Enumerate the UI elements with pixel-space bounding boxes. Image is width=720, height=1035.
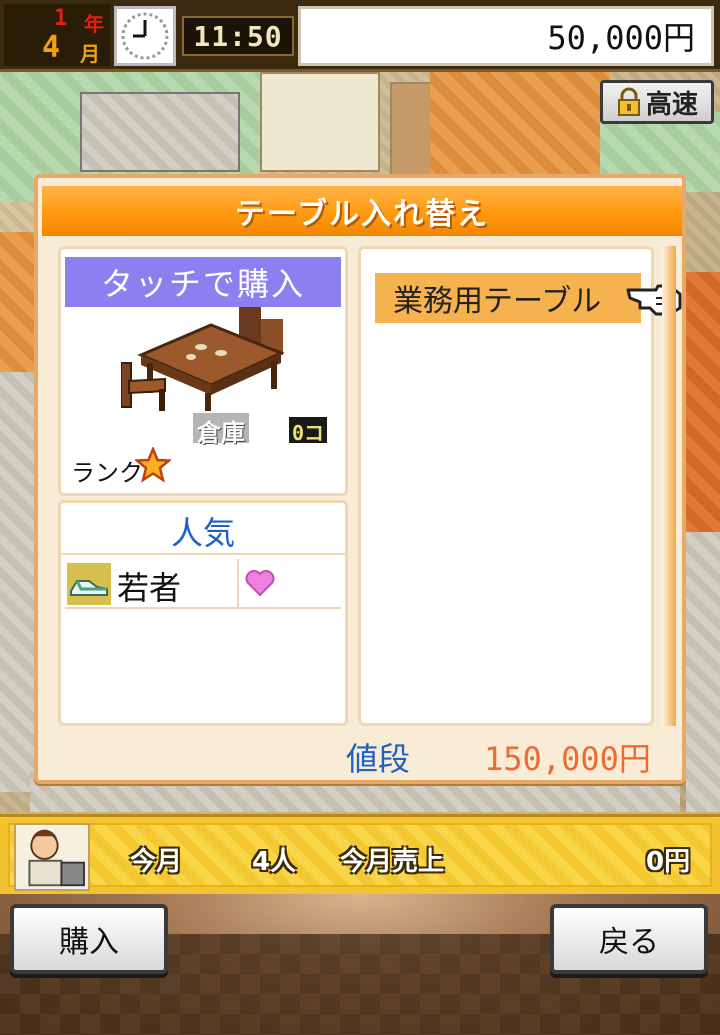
customer-count: 4人 [252, 847, 297, 877]
popularity-row-label: 若者 [117, 569, 182, 607]
price-label: 値段 [346, 740, 411, 778]
storage-count: 0コ [289, 417, 328, 445]
money-display: 50,000円 [298, 6, 714, 66]
popularity-row: 若者 [65, 559, 341, 609]
buy-button[interactable]: 購入 [10, 904, 168, 974]
storage-label: 倉庫 [193, 413, 249, 447]
rank-label: ランク [71, 459, 143, 487]
popularity-divider [237, 559, 239, 609]
item-preview-panel[interactable]: タッチで購入 倉庫 0コ ランク [58, 246, 348, 496]
list-item-commercial-table[interactable]: 業務用テーブル [375, 273, 641, 323]
status-bar: 1 年 4 月 11:50 50,000円 [0, 0, 720, 72]
item-list-panel: 業務用テーブル [358, 246, 654, 726]
sneaker-icon [67, 563, 111, 605]
date-display: 1 年 4 月 [4, 4, 110, 66]
monthly-sales-label: 今月売上 [340, 847, 445, 877]
heart-icon [245, 570, 275, 597]
replace-table-dialog: テーブル入れ替え タッチで購入 倉庫 0コ ランク 人気 若者 業務用テーブル … [34, 174, 686, 784]
dialog-title: テーブル入れ替え [42, 186, 682, 236]
clock-icon [114, 6, 176, 66]
price-value: 150,000円 [484, 740, 651, 778]
year-unit: 年 [84, 12, 104, 36]
month-unit: 月 [80, 42, 100, 66]
speed-button[interactable]: 高速 [600, 80, 714, 124]
sales-summary-bar: 今月 4人 今月売上 0円 [0, 814, 720, 894]
table-illustration [121, 307, 285, 411]
this-month-label: 今月 [130, 847, 183, 877]
staff-avatar [14, 823, 90, 891]
month-number: 4 [42, 30, 61, 65]
time-display: 11:50 [182, 16, 294, 56]
list-scroll-thumb[interactable] [662, 246, 676, 726]
monthly-sales-value: 0円 [646, 847, 691, 877]
year-number: 1 [54, 6, 68, 31]
touch-to-buy-label[interactable]: タッチで購入 [65, 257, 341, 307]
popularity-panel: 人気 若者 [58, 500, 348, 726]
back-button[interactable]: 戻る [550, 904, 708, 974]
lock-icon [616, 87, 642, 117]
star-icon [135, 447, 171, 483]
popularity-title: 人気 [61, 509, 345, 555]
speed-button-label: 高速 [645, 89, 698, 120]
